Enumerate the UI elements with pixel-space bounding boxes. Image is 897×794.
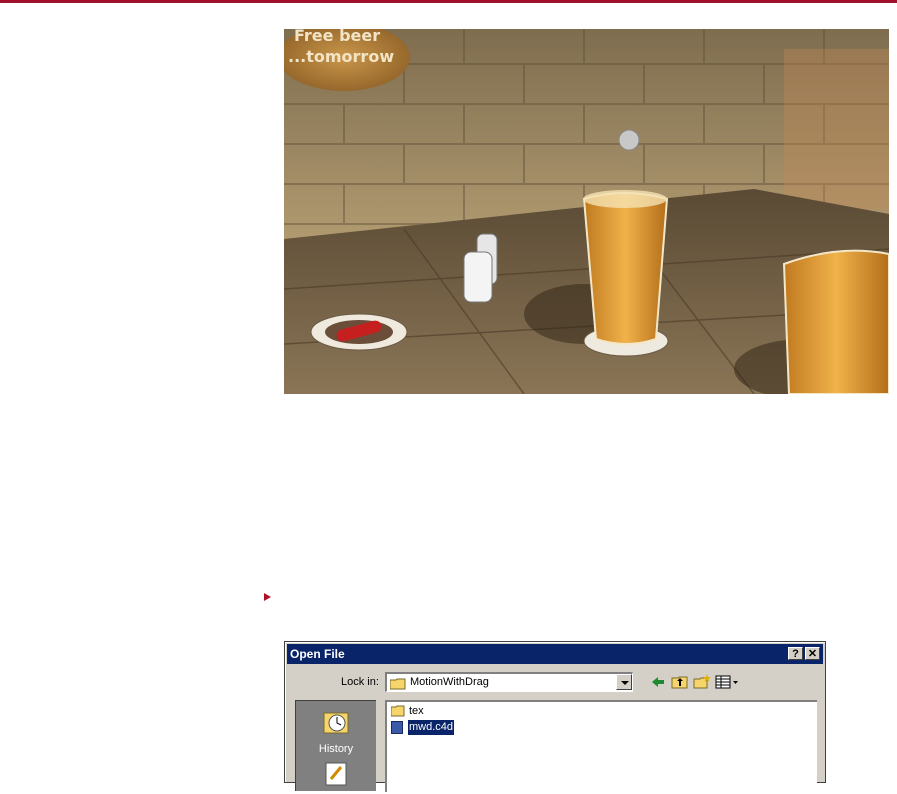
close-button[interactable]: ✕ (805, 647, 820, 660)
places-bar: History (295, 700, 376, 791)
beer-glass (582, 192, 669, 345)
file-list[interactable]: tex mwd.c4d (385, 700, 817, 792)
salt-shaker (463, 251, 493, 303)
file-name: tex (409, 705, 424, 717)
lookin-label: Lock in: (341, 676, 379, 688)
file-name: mwd.c4d (406, 719, 456, 736)
beer-glass-right (782, 249, 889, 394)
place-desktop[interactable] (296, 759, 376, 794)
c4d-file-icon (391, 721, 403, 739)
gray-ball (618, 129, 640, 151)
up-folder-icon[interactable] (671, 674, 689, 690)
rendered-scene-image: Free beer ...tomorrow (284, 29, 889, 394)
folder-icon (390, 705, 405, 722)
back-arrow-icon[interactable] (649, 674, 667, 690)
chevron-down-icon[interactable] (616, 674, 632, 690)
folder-icon (389, 677, 406, 695)
svg-text:Free beer: Free beer (294, 29, 380, 45)
new-folder-icon[interactable] (693, 674, 711, 690)
dialog-titlebar[interactable]: Open File ? ✕ (287, 644, 823, 664)
place-label-history: History (318, 743, 354, 755)
lookin-value: MotionWithDrag (410, 676, 489, 688)
open-file-dialog: Open File ? ✕ Lock in: MotionWithDrag Hi… (284, 641, 826, 792)
desktop-icon (321, 762, 351, 793)
view-menu-icon[interactable] (715, 674, 739, 690)
dialog-title: Open File (290, 647, 345, 661)
svg-text:...tomorrow: ...tomorrow (288, 47, 394, 66)
place-history[interactable]: History (296, 707, 376, 755)
bullet-marker (264, 593, 271, 601)
lookin-dropdown[interactable]: MotionWithDrag (385, 672, 633, 692)
help-button[interactable]: ? (788, 647, 803, 660)
history-icon (321, 712, 351, 741)
top-rule (0, 0, 897, 3)
